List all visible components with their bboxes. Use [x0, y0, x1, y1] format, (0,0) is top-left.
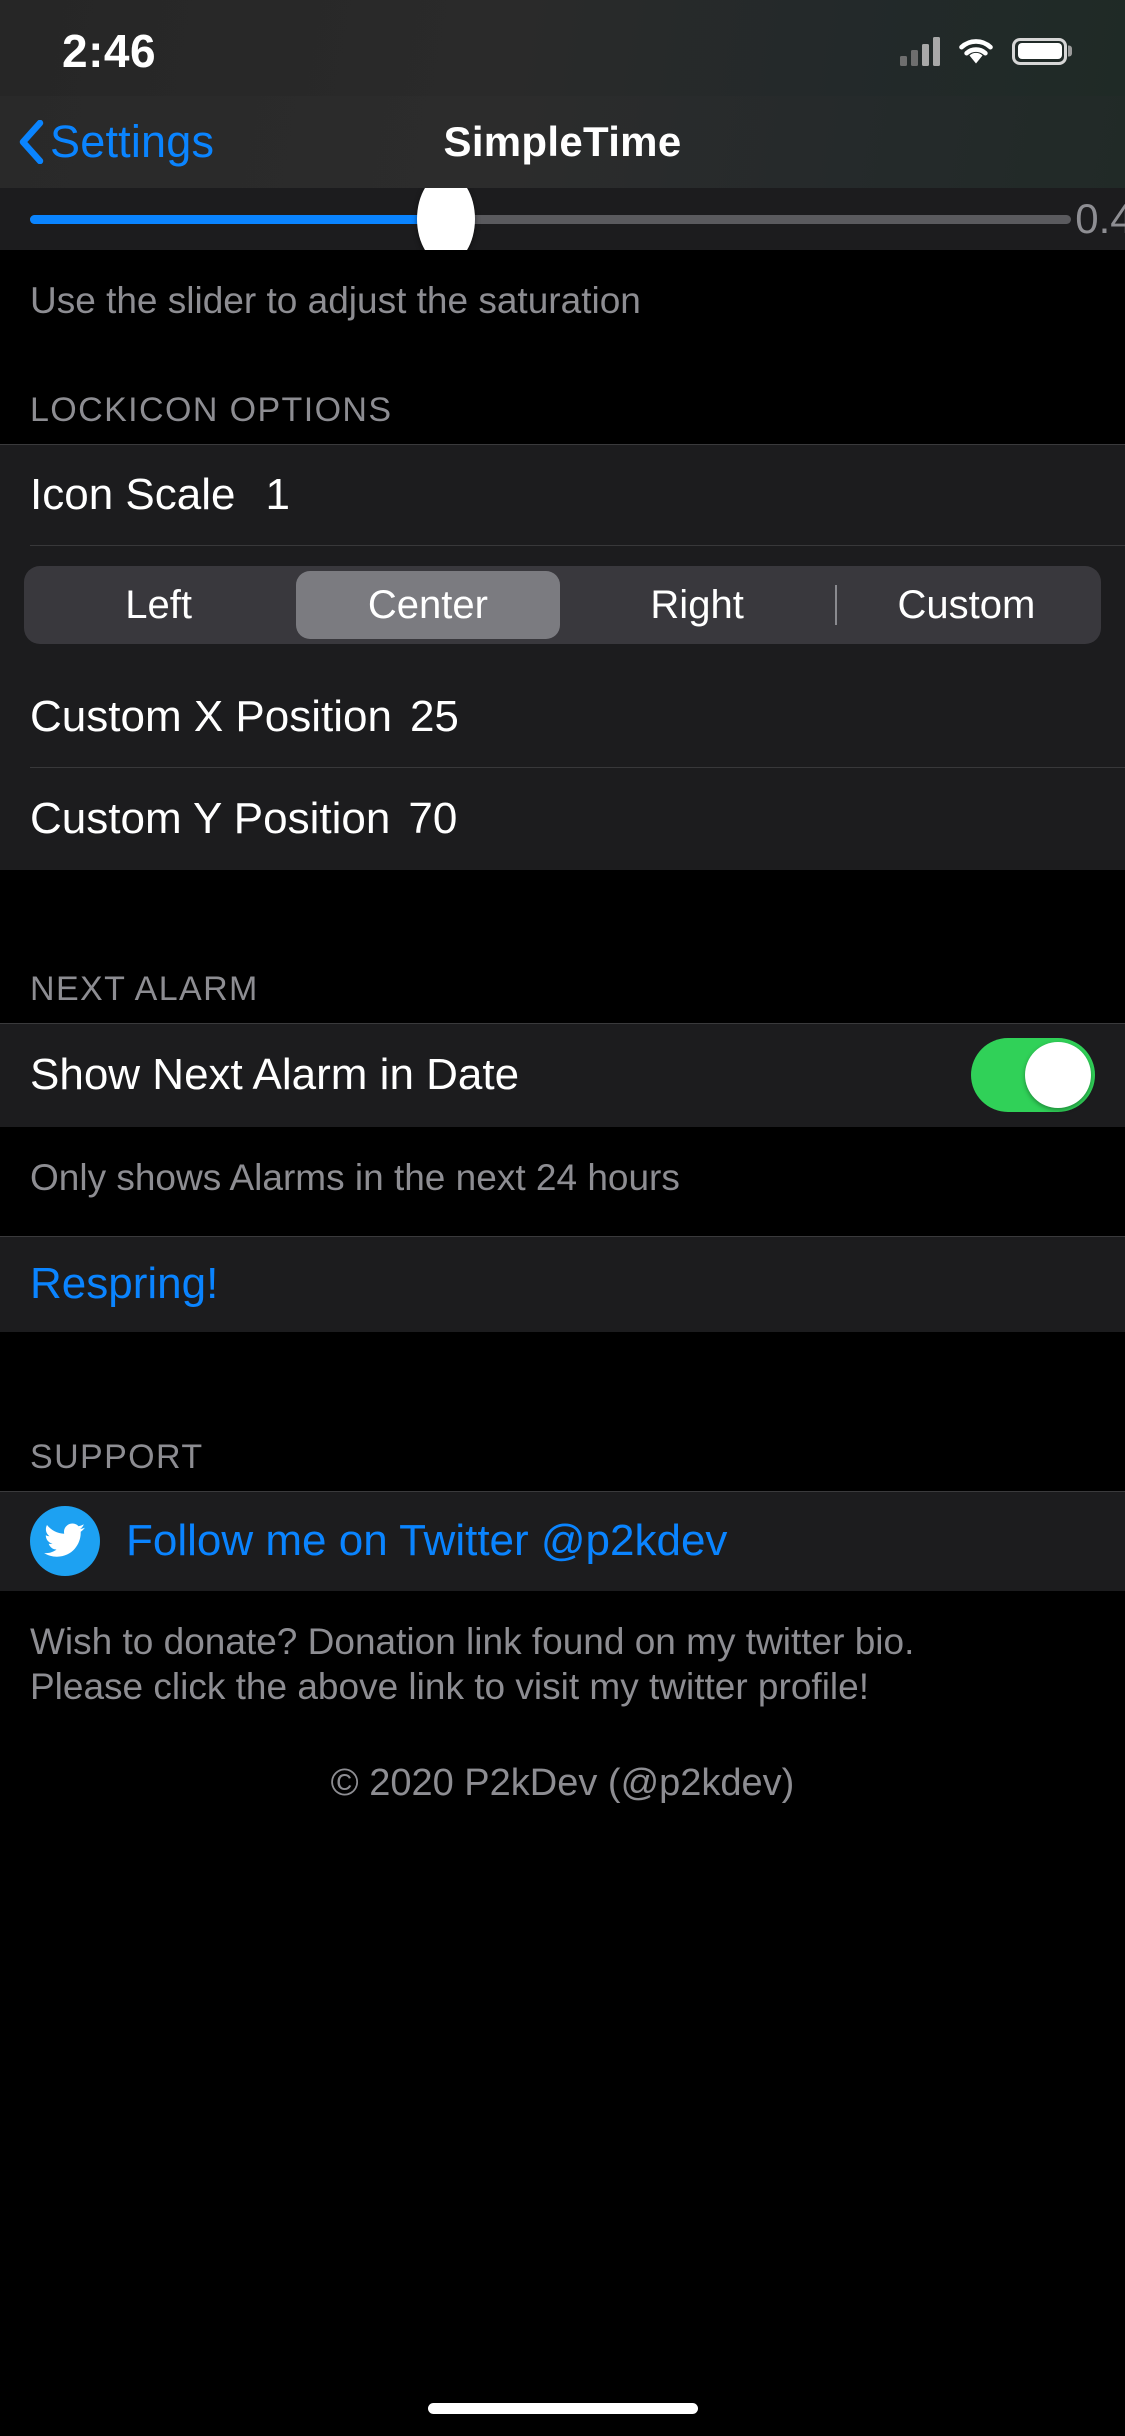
show-next-alarm-toggle[interactable]: [971, 1038, 1095, 1113]
chevron-left-icon: [18, 120, 44, 164]
support-footer-line-1: Wish to donate? Donation link found on m…: [30, 1621, 915, 1663]
support-footer-note: Wish to donate? Donation link found on m…: [0, 1591, 1125, 1709]
segment-custom-label: Custom: [897, 582, 1036, 627]
copyright-text: © 2020 P2kDev (@p2kdev): [330, 1761, 795, 1804]
icon-scale-label: Icon Scale: [30, 470, 236, 520]
slider-track-fill: [30, 214, 447, 224]
custom-y-position-label: Custom Y Position: [30, 794, 391, 844]
twitter-link-label: Follow me on Twitter @p2kdev: [126, 1516, 728, 1566]
battery-fill: [1017, 43, 1062, 59]
respring-label: Respring!: [30, 1259, 219, 1309]
segment-left-label: Left: [125, 582, 192, 627]
icon-scale-value[interactable]: 1: [265, 470, 289, 520]
custom-y-position-value[interactable]: 70: [408, 794, 457, 844]
twitter-bird-icon: [30, 1506, 100, 1577]
support-footer-line-2: Please click the above link to visit my …: [30, 1666, 869, 1708]
custom-x-position-label: Custom X Position: [30, 692, 392, 742]
slider-track[interactable]: [30, 188, 1071, 250]
show-next-alarm-label: Show Next Alarm in Date: [30, 1050, 520, 1100]
segment-center-label: Center: [367, 582, 488, 627]
home-indicator[interactable]: [427, 2403, 698, 2414]
segment-left[interactable]: Left: [27, 571, 290, 639]
segment-right[interactable]: Right: [566, 571, 829, 639]
custom-x-position-value[interactable]: 25: [410, 692, 459, 742]
custom-y-position-row[interactable]: Custom Y Position 70: [0, 768, 1125, 871]
segment-center[interactable]: Center: [296, 571, 560, 640]
section-header-support: SUPPORT: [30, 1438, 204, 1477]
custom-x-position-row[interactable]: Custom X Position 25: [0, 666, 1125, 769]
icon-position-segmented-control[interactable]: Left Center Right Custom: [24, 566, 1101, 645]
settings-scroll-view[interactable]: 0.40 Use the slider to adjust the satura…: [0, 188, 1125, 2436]
segment-right-label: Right: [650, 582, 744, 627]
saturation-slider-row[interactable]: 0.40: [0, 188, 1125, 250]
back-button-label: Settings: [50, 116, 215, 167]
saturation-slider[interactable]: 0.40: [30, 188, 1125, 250]
section-header-lockicon: LOCKICON OPTIONS: [30, 391, 393, 430]
icon-scale-row[interactable]: Icon Scale 1: [0, 444, 1125, 547]
slider-value-label: 0.40: [1075, 195, 1125, 242]
navigation-bar: Settings SimpleTime: [0, 96, 1125, 188]
slider-knob[interactable]: [417, 188, 476, 250]
show-next-alarm-row[interactable]: Show Next Alarm in Date: [0, 1023, 1125, 1128]
battery-icon: [1012, 37, 1067, 65]
respring-row[interactable]: Respring!: [0, 1236, 1125, 1333]
icon-position-row[interactable]: Left Center Right Custom: [0, 546, 1125, 667]
status-bar-indicators: [900, 36, 1067, 66]
wifi-icon: [957, 36, 995, 66]
section-header-next-alarm: NEXT ALARM: [30, 970, 259, 1009]
twitter-link-row[interactable]: Follow me on Twitter @p2kdev: [0, 1491, 1125, 1592]
status-bar-time: 2:46: [62, 25, 157, 77]
cellular-signal-icon: [900, 36, 940, 66]
back-button[interactable]: Settings: [18, 116, 214, 168]
saturation-footer-note: Use the slider to adjust the saturation: [30, 280, 641, 321]
segment-custom[interactable]: Custom: [834, 571, 1098, 639]
status-bar: 2:46: [0, 0, 1125, 96]
toggle-knob: [1025, 1042, 1091, 1109]
next-alarm-footer-note: Only shows Alarms in the next 24 hours: [30, 1157, 680, 1199]
